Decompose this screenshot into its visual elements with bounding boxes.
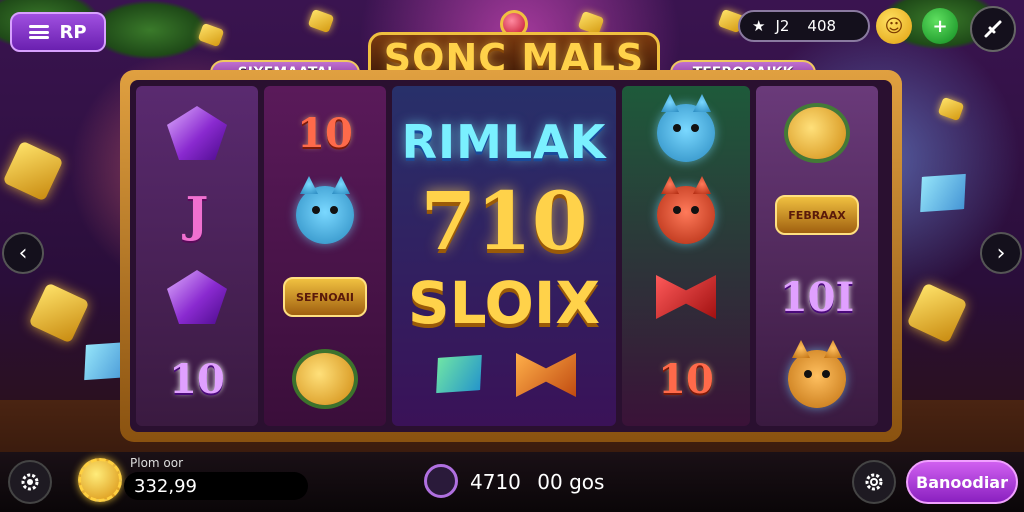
close-icon — [984, 20, 1002, 38]
floating-coin — [307, 8, 335, 34]
prev-arrow-button[interactable]: ‹ — [2, 232, 44, 274]
spin-button[interactable]: Banoodiar — [906, 460, 1018, 504]
melon-symbol — [281, 339, 369, 419]
floating-coin — [937, 96, 965, 122]
gold-cube-decoration — [2, 140, 64, 202]
blue-cat-symbol — [642, 93, 730, 173]
ten-symbol: 10 — [169, 355, 225, 403]
crystal-decoration — [911, 166, 974, 221]
next-arrow-button[interactable]: › — [980, 232, 1022, 274]
stats-panel: ★ J2 408 — [738, 10, 870, 42]
blue-cat-symbol — [281, 175, 369, 255]
close-button[interactable] — [970, 6, 1016, 52]
coin-shop-button[interactable]: ☺ — [876, 8, 912, 44]
reel-5: FEBRAAX 10I — [756, 86, 878, 426]
gold-cube-decoration — [28, 282, 90, 344]
plus-icon: + — [932, 15, 948, 37]
stats-right-value: 408 — [807, 17, 837, 35]
menu-icon — [29, 25, 50, 39]
ten-symbol: 10I — [779, 273, 855, 321]
chevron-right-icon: › — [996, 240, 1006, 266]
reel-area: J 10 10 SEFNOAII RIMLAK 710 SLOIX 10 FEB… — [130, 80, 892, 432]
menu-button[interactable]: RP — [10, 12, 106, 52]
slot-game-screen: RP SONC MALS SIXEMAATAI TEFROOAIKK ★ J2 … — [0, 0, 1024, 512]
letter-j-symbol: J — [185, 187, 209, 243]
bet-chip-icon[interactable] — [424, 464, 458, 498]
center-top-text: RIMLAK — [401, 115, 607, 169]
purple-gem-symbol — [153, 257, 241, 337]
center-word: SLOIX — [407, 269, 601, 337]
stats-left-value: J2 — [775, 17, 790, 35]
slot-machine: J 10 10 SEFNOAII RIMLAK 710 SLOIX 10 FEB… — [120, 70, 902, 442]
bet-display: 4710 00 gos — [470, 470, 604, 494]
center-symbol-row — [432, 353, 576, 397]
add-button[interactable]: + — [922, 8, 958, 44]
leaf-decoration — [90, 0, 210, 60]
ten-symbol: 10 — [297, 109, 353, 157]
chevron-left-icon: ‹ — [18, 240, 28, 266]
red-cat-symbol — [642, 175, 730, 255]
badge-symbol: FEBRAAX — [773, 175, 861, 255]
melon-symbol — [773, 93, 861, 173]
center-big-number: 710 — [420, 174, 588, 268]
reel-1: J 10 — [136, 86, 258, 426]
settings-button[interactable] — [8, 460, 52, 504]
bet-value: 4710 — [470, 470, 521, 494]
balance-label: Plom oor — [130, 456, 184, 470]
reel-3-center: RIMLAK 710 SLOIX — [392, 86, 616, 426]
red-bow-symbol — [642, 257, 730, 337]
gear-icon — [21, 473, 39, 491]
coin-icon: ☺ — [884, 15, 904, 37]
balance-value: 332,99 — [124, 472, 308, 500]
badge-symbol: SEFNOAII — [281, 257, 369, 337]
green-crystal-symbol — [427, 347, 490, 402]
ten-symbol: 10 — [658, 355, 714, 403]
orange-cat-symbol — [773, 339, 861, 419]
menu-label: RP — [59, 21, 87, 43]
gold-cube-decoration — [906, 282, 968, 344]
orange-ribbon-symbol — [516, 353, 576, 397]
auto-settings-button[interactable] — [852, 460, 896, 504]
bet-suffix: 00 gos — [537, 470, 605, 494]
gear-icon — [865, 473, 883, 491]
coin-balance-icon — [78, 458, 122, 502]
reel-2: 10 SEFNOAII — [264, 86, 386, 426]
reel-4: 10 — [622, 86, 750, 426]
purple-gem-symbol — [153, 93, 241, 173]
star-icon: ★ — [752, 17, 766, 35]
